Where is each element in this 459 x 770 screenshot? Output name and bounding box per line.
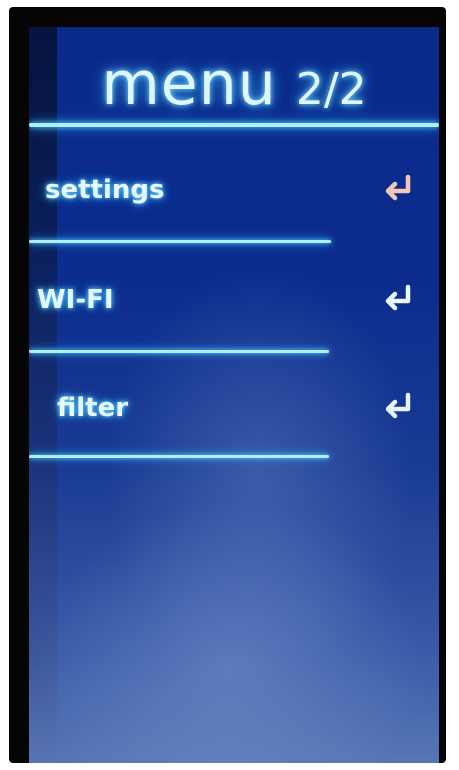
menu-item-label: filter [57, 393, 129, 423]
item-divider [29, 350, 329, 353]
enter-return-icon [385, 392, 411, 419]
menu-item-filter[interactable]: filter [29, 385, 439, 445]
item-divider [29, 240, 331, 243]
device-bezel: menu 2/2 settings WI-FI filter [9, 7, 446, 763]
menu-item-label: settings [45, 175, 165, 205]
enter-return-icon [385, 174, 411, 201]
enter-return-icon [385, 284, 411, 311]
lcd-screen: menu 2/2 settings WI-FI filter [29, 27, 439, 763]
header-divider [29, 123, 439, 127]
menu-item-label: WI-FI [37, 285, 114, 315]
menu-item-settings[interactable]: settings [29, 167, 439, 227]
page-indicator: 2/2 [295, 64, 367, 115]
menu-item-wifi[interactable]: WI-FI [29, 277, 439, 337]
menu-title: menu [101, 49, 277, 119]
item-divider [29, 455, 329, 458]
menu-header: menu 2/2 [29, 49, 439, 119]
